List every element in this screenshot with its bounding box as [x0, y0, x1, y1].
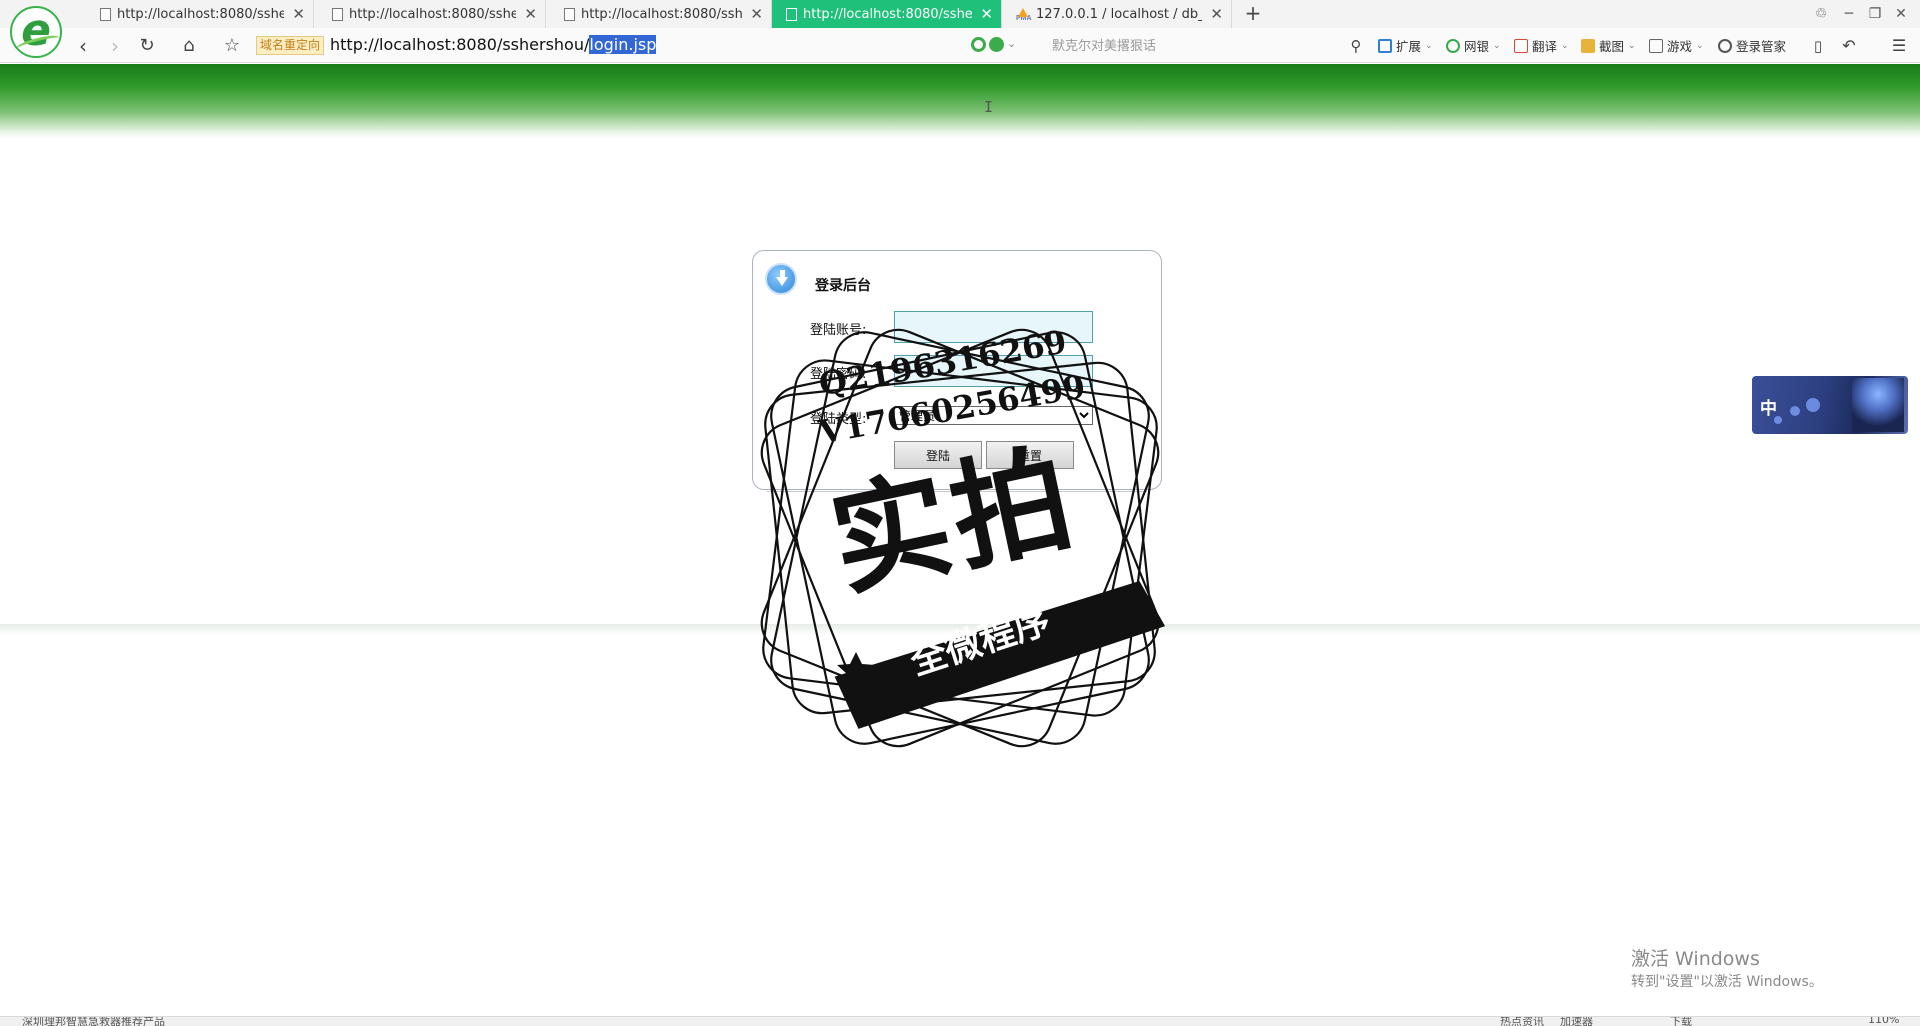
tab-2[interactable]: http://localhost:8080/sshershou/ ✕ — [318, 0, 546, 28]
menu-icon[interactable]: ☰ — [1886, 33, 1912, 59]
tab-title: http://localhost:8080/sshershou/ — [117, 6, 285, 22]
page-icon — [100, 7, 111, 21]
status-accelerator[interactable]: 加速器 — [1560, 1017, 1593, 1026]
status-bar: 深圳理邦智慧急救器推荐产品 热点资讯 加速器 下载 110% — [0, 1016, 1920, 1026]
gamepad-icon — [1649, 38, 1663, 53]
tab-active[interactable]: http://localhost:8080/sshershou/login.js… — [772, 0, 1002, 28]
search-icon[interactable]: ⚲ — [1343, 33, 1369, 59]
games-menu[interactable]: 游戏 ⌄ — [1649, 36, 1704, 55]
tab-title: http://localhost:8080/sshershou/login.js… — [803, 6, 973, 22]
scissors-icon — [1581, 38, 1595, 53]
status-hot-news[interactable]: 热点资讯 — [1500, 1017, 1544, 1026]
chevron-down-icon: ⌄ — [1628, 40, 1636, 51]
favorite-star-icon[interactable]: ☆ — [219, 33, 245, 59]
close-icon[interactable]: ✕ — [524, 5, 537, 23]
browser-logo[interactable]: e — [10, 6, 62, 58]
login-manager[interactable]: 登录管家 — [1718, 36, 1786, 55]
games-label: 游戏 — [1667, 39, 1693, 54]
bank-shield-icon — [1446, 38, 1460, 53]
restore-icon[interactable]: ❐ — [1864, 3, 1886, 25]
tab-1[interactable]: http://localhost:8080/sshershou/ ✕ — [86, 0, 314, 28]
chevron-down-icon: ⌄ — [1007, 37, 1017, 50]
bank-menu[interactable]: 网银 ⌄ — [1446, 36, 1501, 55]
extensions-menu[interactable]: 扩展 ⌄ — [1378, 36, 1433, 55]
phpmyadmin-icon: PMA — [1016, 7, 1032, 22]
url-selected-text: login.jsp — [589, 35, 657, 54]
window-close-icon[interactable]: ✕ — [1890, 3, 1912, 25]
key-search-icon — [1718, 38, 1732, 53]
page-icon — [786, 7, 797, 21]
close-icon[interactable]: ✕ — [1210, 5, 1223, 23]
tab-phpmyadmin[interactable]: PMA 127.0.0.1 / localhost / db_sshershou… — [1002, 0, 1232, 28]
character-avatar — [1852, 378, 1904, 432]
close-icon[interactable]: ✕ — [292, 5, 305, 23]
chevron-down-icon: ⌄ — [1696, 40, 1704, 51]
ime-indicator[interactable]: 中 — [1760, 394, 1777, 419]
screenshot-menu[interactable]: 截图 ⌄ — [1581, 36, 1636, 55]
login-manager-label: 登录管家 — [1736, 39, 1787, 54]
watermark-band-text: 全微程序 — [905, 600, 1056, 684]
chevron-down-icon: ⌄ — [1425, 40, 1433, 51]
minimize-icon[interactable]: ─ — [1838, 3, 1860, 25]
status-zoom[interactable]: 110% — [1868, 1017, 1899, 1026]
security-indicators[interactable]: ⌄ — [971, 37, 1019, 52]
close-icon[interactable]: ✕ — [750, 5, 763, 23]
close-icon[interactable]: ✕ — [980, 5, 993, 23]
header-banner — [0, 64, 1920, 138]
tab-title: 127.0.0.1 / localhost / db_sshershou — [1036, 6, 1203, 22]
home-icon[interactable]: ⌂ — [176, 33, 202, 59]
text-cursor-icon: I — [984, 98, 994, 116]
activation-title: 激活 Windows — [1631, 948, 1760, 970]
chevron-down-icon: ⌄ — [1493, 40, 1501, 51]
status-news[interactable]: 深圳理邦智慧急救器推荐产品 — [22, 1017, 165, 1026]
screenshot-label: 截图 — [1599, 39, 1625, 54]
redirect-badge[interactable]: 域名重定向 — [256, 36, 325, 55]
account-label: 登陆账号: — [810, 323, 867, 338]
translate-label: 翻译 — [1532, 39, 1558, 54]
secure-icon — [971, 37, 986, 52]
forward-icon[interactable]: › — [102, 33, 128, 59]
back-icon[interactable]: ‹ — [70, 33, 96, 59]
tab-title: http://localhost:8080/sshershou/ — [349, 6, 517, 22]
bank-label: 网银 — [1464, 39, 1490, 54]
search-input[interactable] — [1040, 35, 1360, 57]
translate-menu[interactable]: 翻译 ⌄ — [1514, 36, 1569, 55]
extensions-label: 扩展 — [1396, 39, 1422, 54]
translate-icon — [1514, 38, 1528, 53]
verified-icon — [989, 37, 1004, 52]
orb — [1806, 398, 1820, 412]
navigation-bar: ‹ › ↻ ⌂ ☆ 域名重定向 http://localhost:8080/ss… — [0, 28, 1920, 63]
reading-mode-icon[interactable]: ▯ — [1805, 33, 1831, 59]
tab-strip: http://localhost:8080/sshershou/ ✕ http:… — [0, 0, 1920, 28]
download-arrow-icon — [765, 263, 797, 295]
status-download[interactable]: 下载 — [1670, 1017, 1692, 1026]
address-bar[interactable]: http://localhost:8080/sshershou/login.js… — [330, 34, 657, 56]
undo-icon[interactable]: ↶ — [1836, 33, 1862, 59]
url-text: http://localhost:8080/sshershou/ — [330, 35, 590, 54]
activation-hint: 转到"设置"以激活 Windows。 — [1631, 974, 1823, 990]
chevron-down-icon: ⌄ — [1561, 40, 1569, 51]
floating-game-widget[interactable]: 中 — [1752, 376, 1908, 434]
skin-icon[interactable]: ♲ — [1810, 3, 1832, 25]
extensions-icon — [1378, 38, 1392, 53]
page-icon — [332, 7, 343, 21]
tab-title: http://localhost:8080/sshershou/ — [581, 6, 743, 22]
tab-3[interactable]: http://localhost:8080/sshershou/ ✕ — [550, 0, 772, 28]
page-icon — [564, 7, 575, 21]
orb — [1790, 406, 1800, 416]
refresh-icon[interactable]: ↻ — [134, 33, 160, 59]
login-title: 登录后台 — [815, 278, 871, 294]
new-tab-button[interactable]: + — [1244, 1, 1262, 27]
